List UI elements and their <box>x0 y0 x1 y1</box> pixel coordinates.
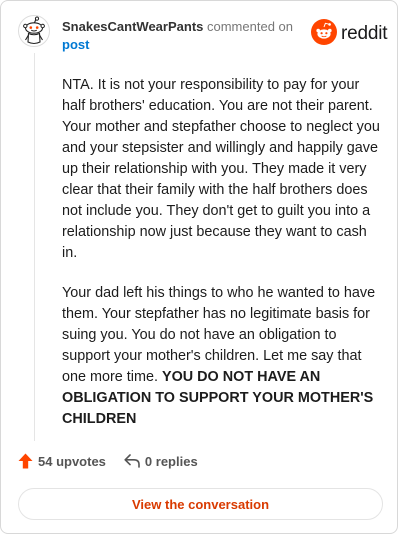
reddit-logo[interactable]: reddit <box>311 18 388 50</box>
comment-paragraph-2: Your dad left his things to who he wante… <box>62 283 380 430</box>
upvote-group[interactable]: 54 upvotes <box>18 453 106 469</box>
reply-group[interactable]: 0 replies <box>124 454 198 469</box>
comment-paragraph-1: NTA. It is not your responsibility to pa… <box>62 77 380 261</box>
commented-on-label: commented on <box>207 19 293 34</box>
thread-line <box>34 53 35 441</box>
username-link[interactable]: SnakesCantWearPants <box>62 19 203 34</box>
reddit-logo-icon <box>311 18 337 50</box>
reply-count: 0 replies <box>144 453 198 469</box>
reply-icon[interactable] <box>124 454 140 468</box>
comment-footer: 54 upvotes 0 replies <box>18 453 198 469</box>
view-conversation-button[interactable]: View the conversation <box>18 488 383 520</box>
upvote-count: 54 upvotes <box>38 453 106 469</box>
upvote-arrow-icon[interactable] <box>18 453 33 469</box>
comment-body: NTA. It is not your responsibility to pa… <box>62 75 380 449</box>
comment-card: SnakesCantWearPants commented on post re… <box>0 0 398 534</box>
post-link[interactable]: post <box>62 37 89 52</box>
comment-header: SnakesCantWearPants commented on post <box>62 18 302 54</box>
reddit-wordmark: reddit <box>341 23 388 44</box>
snoo-avatar-icon[interactable] <box>18 15 50 47</box>
